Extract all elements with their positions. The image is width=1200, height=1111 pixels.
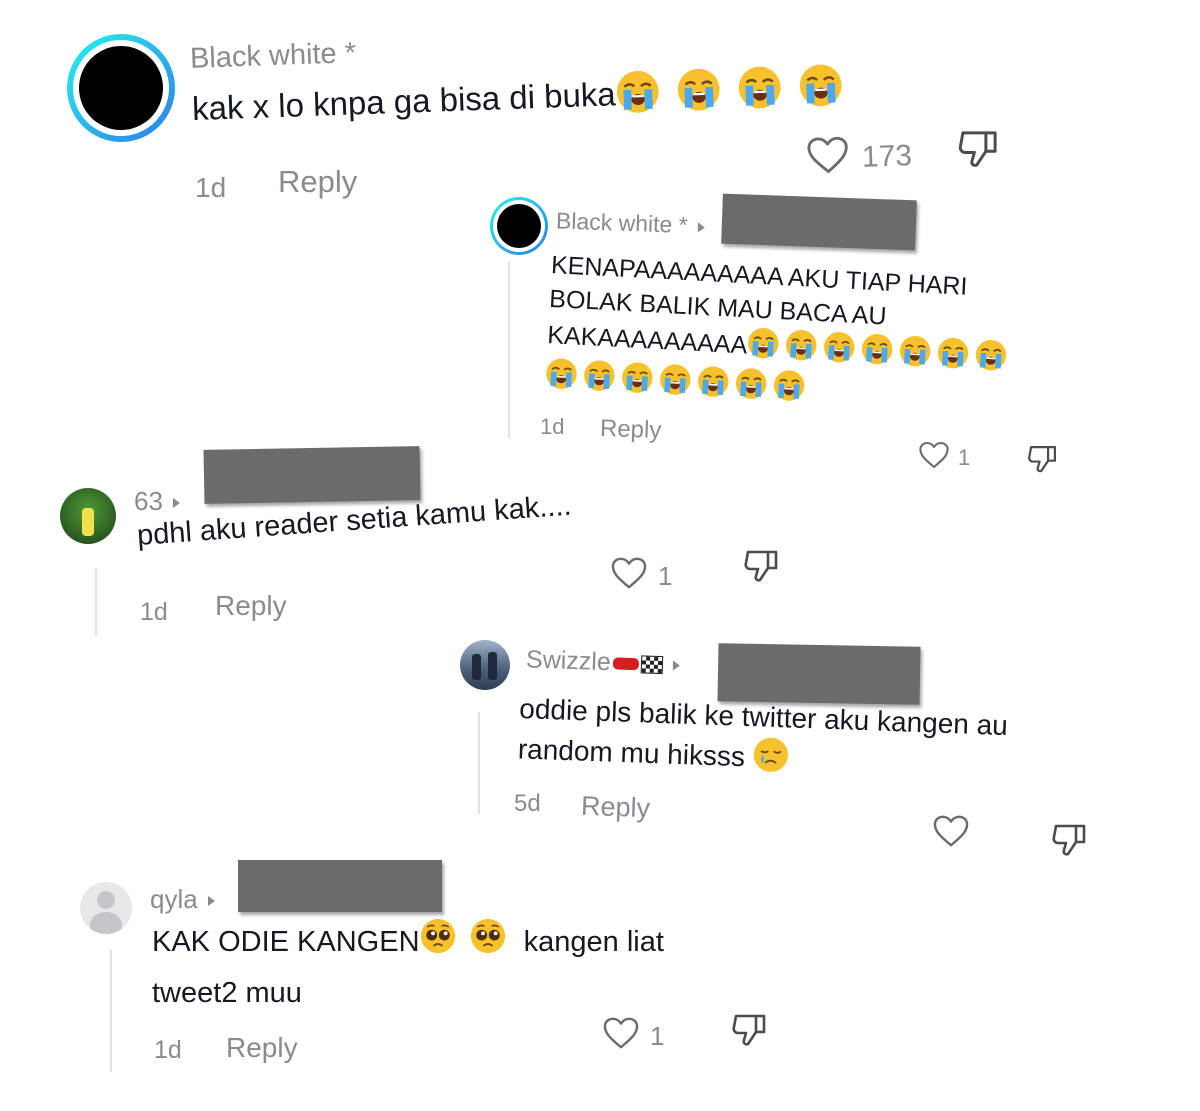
sob-emoji-icon xyxy=(615,69,661,123)
reply-arrow-icon xyxy=(207,896,215,907)
comment-text-line: KAKAAAAAAAAA xyxy=(546,321,749,360)
heart-icon xyxy=(918,440,950,476)
username[interactable]: qyla xyxy=(150,884,215,915)
default-avatar-icon xyxy=(97,891,115,909)
sob-emoji-icon xyxy=(772,369,806,412)
avatar[interactable] xyxy=(67,34,175,142)
like-count: 173 xyxy=(861,139,913,174)
heart-icon xyxy=(805,134,851,184)
sob-emoji-icon xyxy=(620,361,654,404)
like-button[interactable]: 1 xyxy=(918,440,970,476)
sob-emoji-icon xyxy=(936,336,970,379)
thumb-down-icon xyxy=(730,1037,770,1054)
comment-time: 1d xyxy=(140,598,168,626)
sob-emoji-icon xyxy=(734,367,768,410)
reply-button[interactable]: Reply xyxy=(215,590,287,622)
username-text: qyla xyxy=(150,884,198,914)
avatar[interactable] xyxy=(80,882,132,934)
comment-text: kak x lo knpa ga bisa di buka xyxy=(191,75,617,128)
heart-icon xyxy=(932,814,970,855)
reply-button[interactable]: Reply xyxy=(278,164,357,200)
thumb-down-icon xyxy=(742,573,782,590)
comment-text-line: tweet2 muu xyxy=(152,977,302,1009)
comment-text-line: random mu hiksss xyxy=(517,733,746,773)
dislike-button[interactable] xyxy=(956,126,1002,177)
like-button[interactable] xyxy=(932,814,980,855)
dislike-button[interactable] xyxy=(742,546,782,591)
checkered-flag-icon xyxy=(640,655,663,675)
thumb-down-icon xyxy=(1026,463,1060,480)
username[interactable]: Swizzle xyxy=(526,645,681,679)
username-text: Swizzle xyxy=(525,645,612,677)
username-text: Black white * xyxy=(555,207,689,238)
reply-arrow-icon xyxy=(697,222,705,233)
sob-emoji-icon xyxy=(737,65,783,119)
comment-text-block: oddie pls balik ke twitter aku kangen au… xyxy=(517,690,1008,791)
reply-button[interactable]: Reply xyxy=(600,415,662,445)
redaction-box xyxy=(717,643,921,705)
dislike-button[interactable] xyxy=(1026,442,1060,481)
thread-line xyxy=(508,262,510,438)
comment-text-block: KAK ODIE KANGEN kangen liat tweet2 muu xyxy=(152,918,664,1017)
like-count: 1 xyxy=(650,1021,665,1051)
comment-text-line: KAK ODIE KANGEN xyxy=(152,926,420,959)
avatar[interactable] xyxy=(490,197,548,255)
sob-emoji-icon xyxy=(898,334,932,377)
like-count: 1 xyxy=(958,445,971,470)
comment-time: 1d xyxy=(195,172,227,203)
thread-line xyxy=(95,568,97,636)
sob-emoji-icon xyxy=(784,328,818,371)
comment-text-row: kak x lo knpa ga bisa di buka xyxy=(191,63,844,138)
comment-text-block: KENAPAAAAAAAAA AKU TIAP HARI BOLAK BALIK… xyxy=(544,248,1011,422)
redaction-box xyxy=(721,193,917,251)
pleading-emoji-icon xyxy=(470,918,506,969)
sob-emoji-icon xyxy=(676,67,722,121)
pleading-emoji-icon xyxy=(420,918,456,969)
dislike-button[interactable] xyxy=(1050,820,1090,865)
avatar[interactable] xyxy=(60,488,116,544)
username[interactable]: Black white * xyxy=(189,37,356,76)
reply-button[interactable]: Reply xyxy=(580,791,651,824)
sob-emoji-icon xyxy=(544,357,578,400)
dislike-button[interactable] xyxy=(730,1010,770,1055)
comment-text-line: kangen liat xyxy=(523,926,664,959)
sob-emoji-icon xyxy=(696,365,730,408)
heart-icon xyxy=(602,1016,640,1057)
like-button[interactable]: 173 xyxy=(805,132,913,184)
sob-emoji-icon xyxy=(822,330,856,373)
comment-time: 1d xyxy=(154,1036,182,1064)
crying-face-emoji-icon xyxy=(752,736,790,783)
thumb-down-icon xyxy=(1050,847,1090,864)
like-count: 1 xyxy=(658,561,673,591)
sob-emoji-icon xyxy=(746,326,780,369)
like-button[interactable]: 1 xyxy=(610,556,672,597)
sob-emoji-icon xyxy=(860,332,894,375)
username-text: 63 xyxy=(134,486,163,516)
redaction-box xyxy=(203,446,421,504)
reply-button[interactable]: Reply xyxy=(226,1032,298,1064)
sob-emoji-icon xyxy=(658,363,692,406)
race-car-icon xyxy=(612,657,639,671)
avatar[interactable] xyxy=(460,640,510,690)
comment-time: 5d xyxy=(514,790,541,817)
sob-emoji-icon xyxy=(582,359,616,402)
comment-time: 1d xyxy=(540,414,565,439)
thumb-down-icon xyxy=(956,159,1002,176)
reply-arrow-icon xyxy=(172,498,180,509)
sob-emoji-icon xyxy=(974,338,1008,381)
heart-icon xyxy=(610,556,648,597)
username[interactable]: 63 xyxy=(134,486,180,517)
username[interactable]: Black white * xyxy=(556,207,706,239)
like-button[interactable]: 1 xyxy=(602,1016,664,1057)
sob-emoji-icon xyxy=(798,63,844,117)
thread-line xyxy=(478,712,480,814)
redaction-box xyxy=(238,860,442,912)
thread-line xyxy=(110,950,112,1072)
reply-arrow-icon xyxy=(672,660,680,672)
comment-text-row: KAK ODIE KANGEN kangen liat xyxy=(152,918,664,969)
